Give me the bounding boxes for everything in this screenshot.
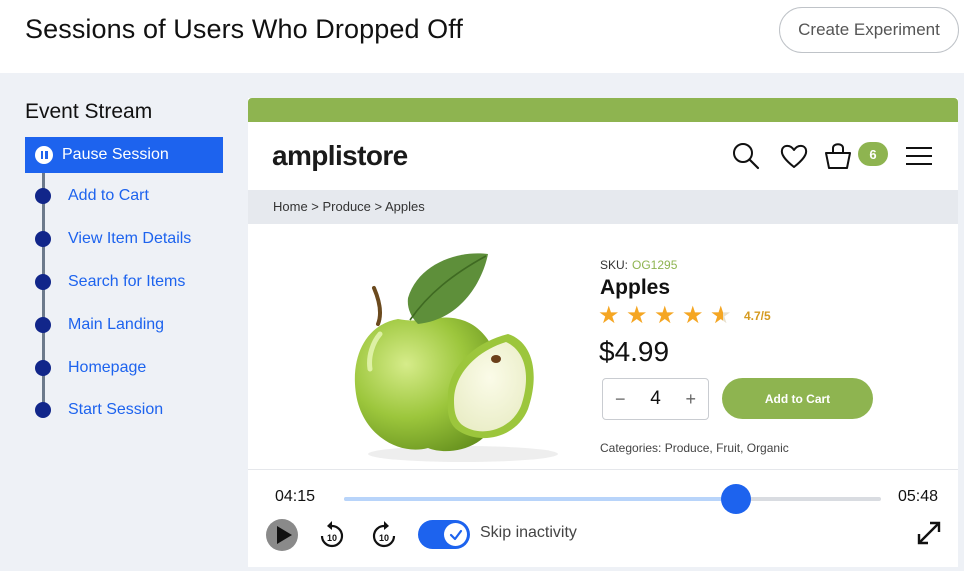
session-player: amplistore 6 Home > Produce > Apples SKU… [248, 98, 958, 567]
check-icon [449, 529, 462, 540]
event-dot [35, 317, 51, 333]
event-dot [35, 188, 51, 204]
product-price: $4.99 [599, 336, 670, 367]
product-rating: ★ ★ ★ ★ ★ 4.7/5 [598, 302, 771, 329]
breadcrumb-bar: Home > Produce > Apples [248, 190, 958, 224]
event-label: Search for Items [68, 273, 186, 290]
decrement-button[interactable]: − [615, 389, 626, 410]
event-label: Add to Cart [68, 187, 149, 204]
skip-inactivity-toggle[interactable] [418, 520, 470, 549]
toggle-knob [444, 523, 467, 546]
shopping-bag-icon[interactable] [823, 141, 853, 171]
star-icon: ★ [682, 302, 704, 329]
event-dot [35, 402, 51, 418]
play-icon[interactable] [265, 518, 299, 552]
player-controls: 04:15 05:48 10 10 Skip inactivity [248, 469, 958, 567]
pause-icon [35, 146, 53, 164]
event-item-homepage[interactable]: Homepage [35, 356, 146, 380]
fullscreen-icon[interactable] [916, 520, 942, 546]
event-item-main-landing[interactable]: Main Landing [35, 313, 164, 337]
forward-10-icon[interactable]: 10 [370, 520, 398, 550]
skip-inactivity-label: Skip inactivity [480, 524, 577, 541]
rewind-10-icon[interactable]: 10 [318, 520, 346, 550]
rewind-seconds: 10 [327, 533, 337, 543]
cart-count-badge: 6 [858, 142, 888, 166]
create-experiment-button[interactable]: Create Experiment [779, 7, 959, 53]
page-header: Sessions of Users Who Dropped Off Create… [0, 0, 964, 73]
increment-button[interactable]: + [685, 389, 696, 410]
event-label: Homepage [68, 359, 147, 376]
pause-session-label: Pause Session [62, 146, 169, 163]
hamburger-menu-icon[interactable] [904, 141, 934, 171]
progress-fill [344, 497, 736, 501]
event-item-add-to-cart[interactable]: Add to Cart [35, 184, 149, 208]
event-dot [35, 360, 51, 376]
current-time: 04:15 [275, 488, 316, 505]
forward-seconds: 10 [379, 533, 389, 543]
product-categories: Categories: Produce, Fruit, Organic [600, 441, 789, 455]
event-item-view-item-details[interactable]: View Item Details [35, 227, 191, 251]
heart-icon[interactable] [779, 141, 809, 171]
total-time: 05:48 [898, 488, 939, 505]
player-top-bar [248, 98, 958, 122]
star-icon: ★ [598, 302, 620, 329]
add-to-cart-button[interactable]: Add to Cart [722, 378, 873, 419]
sku-value: OG1295 [632, 258, 678, 272]
quantity-stepper: − 4 + [602, 378, 709, 420]
quantity-value[interactable]: 4 [650, 388, 661, 410]
search-icon[interactable] [731, 141, 761, 171]
event-label: Main Landing [68, 316, 165, 333]
event-item-search-for-items[interactable]: Search for Items [35, 270, 185, 294]
product-image-apples [354, 253, 558, 462]
pause-session-button[interactable]: Pause Session [25, 137, 223, 173]
event-item-start-session[interactable]: Start Session [35, 398, 163, 422]
event-dot [35, 231, 51, 247]
product-name: Apples [600, 276, 671, 299]
event-dot [35, 274, 51, 290]
half-star-icon: ★ [710, 304, 738, 329]
event-label: Start Session [68, 401, 164, 418]
store-navbar: amplistore 6 [248, 122, 958, 190]
store-logo: amplistore [272, 140, 408, 171]
sku-label: SKU: [600, 258, 629, 272]
rating-value: 4.7/5 [744, 309, 771, 323]
product-detail: SKU:OG1295 Apples ★ ★ ★ ★ ★ 4.7/5 $4.99 … [248, 224, 958, 469]
page-title: Sessions of Users Who Dropped Off [25, 14, 463, 44]
star-icon: ★ [654, 302, 676, 329]
progress-track[interactable] [344, 484, 881, 514]
main-content: Event Stream Pause Session Add to Cart V… [0, 73, 964, 571]
event-label: View Item Details [68, 230, 192, 247]
progress-thumb[interactable] [721, 484, 751, 514]
event-stream-title: Event Stream [25, 100, 153, 123]
product-sku: SKU: OG1295 [600, 258, 677, 272]
breadcrumb[interactable]: Home > Produce > Apples [273, 199, 425, 214]
star-icon: ★ [626, 302, 648, 329]
